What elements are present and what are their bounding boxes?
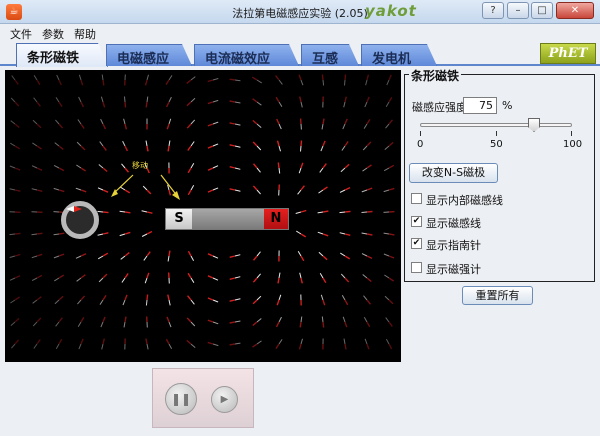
window-titlebar: ☕ 法拉第电磁感应实验 (2.05) yakot ? – □ ✕ bbox=[0, 0, 600, 24]
menu-file[interactable]: 文件 bbox=[10, 26, 32, 42]
magnet-body bbox=[192, 209, 264, 229]
playback-controls: ❚❚ ▶ bbox=[152, 368, 254, 428]
checkbox-label: 显示指南针 bbox=[426, 239, 481, 252]
slider-tick-label: 0 bbox=[417, 139, 424, 150]
panel-title: 条形磁铁 bbox=[409, 67, 462, 84]
menu-bar: 文件 参数 帮助 bbox=[0, 24, 600, 42]
close-button[interactable]: ✕ bbox=[556, 2, 594, 19]
slider-tick bbox=[420, 131, 421, 136]
strength-value-input[interactable]: 75 bbox=[463, 97, 497, 114]
reset-all-button[interactable]: 重置所有 bbox=[462, 286, 533, 305]
pause-button[interactable]: ❚❚ bbox=[165, 383, 197, 415]
compass[interactable] bbox=[61, 201, 99, 239]
checkbox-label: 显示内部磁感线 bbox=[426, 194, 503, 207]
magnet-north-pole: N bbox=[264, 209, 288, 229]
checkbox-compass[interactable]: ✔ bbox=[411, 238, 422, 249]
checkbox-label: 显示磁感线 bbox=[426, 217, 481, 230]
checkbox-label: 显示磁强计 bbox=[426, 263, 481, 276]
checkbox-inside-field[interactable] bbox=[411, 193, 422, 204]
tab-pickup-coil[interactable]: 电磁感应 bbox=[106, 44, 192, 66]
menu-options[interactable]: 参数 bbox=[42, 26, 64, 42]
window-manager-logo: yakot bbox=[365, 2, 417, 20]
bar-magnet[interactable]: S N bbox=[165, 208, 289, 230]
menu-help[interactable]: 帮助 bbox=[74, 26, 96, 42]
tab-bar: 条形磁铁 电磁感应 电流磁效应 互感 发电机 PhET bbox=[0, 42, 600, 66]
strength-slider[interactable] bbox=[420, 123, 572, 127]
tab-transformer[interactable]: 互感 bbox=[301, 44, 359, 66]
slider-tick-label: 50 bbox=[490, 139, 503, 150]
checkbox-field-lines[interactable]: ✔ bbox=[411, 216, 422, 227]
maximize-button[interactable]: □ bbox=[531, 2, 553, 19]
phet-logo: PhET bbox=[540, 43, 596, 64]
move-hint-label: 移动 bbox=[132, 161, 148, 170]
strength-unit: % bbox=[502, 99, 513, 112]
checkbox-field-meter[interactable] bbox=[411, 262, 422, 273]
slider-tick-label: 100 bbox=[563, 139, 583, 150]
flip-polarity-button[interactable]: 改变N-S磁极 bbox=[409, 163, 498, 183]
help-button[interactable]: ? bbox=[482, 2, 504, 19]
tab-bar-magnet[interactable]: 条形磁铁 bbox=[16, 43, 108, 67]
step-button[interactable]: ▶ bbox=[211, 386, 238, 413]
tab-generator[interactable]: 发电机 bbox=[361, 44, 437, 66]
compass-needle-icon bbox=[66, 206, 82, 212]
slider-tick bbox=[571, 131, 572, 136]
minimize-button[interactable]: – bbox=[507, 2, 529, 19]
tab-electromagnet[interactable]: 电流磁效应 bbox=[194, 44, 299, 66]
simulation-canvas[interactable]: 移动 S N bbox=[5, 70, 401, 362]
strength-label: 磁感应强度 bbox=[412, 101, 467, 114]
slider-tick bbox=[496, 131, 497, 136]
magnet-south-pole: S bbox=[166, 209, 192, 229]
